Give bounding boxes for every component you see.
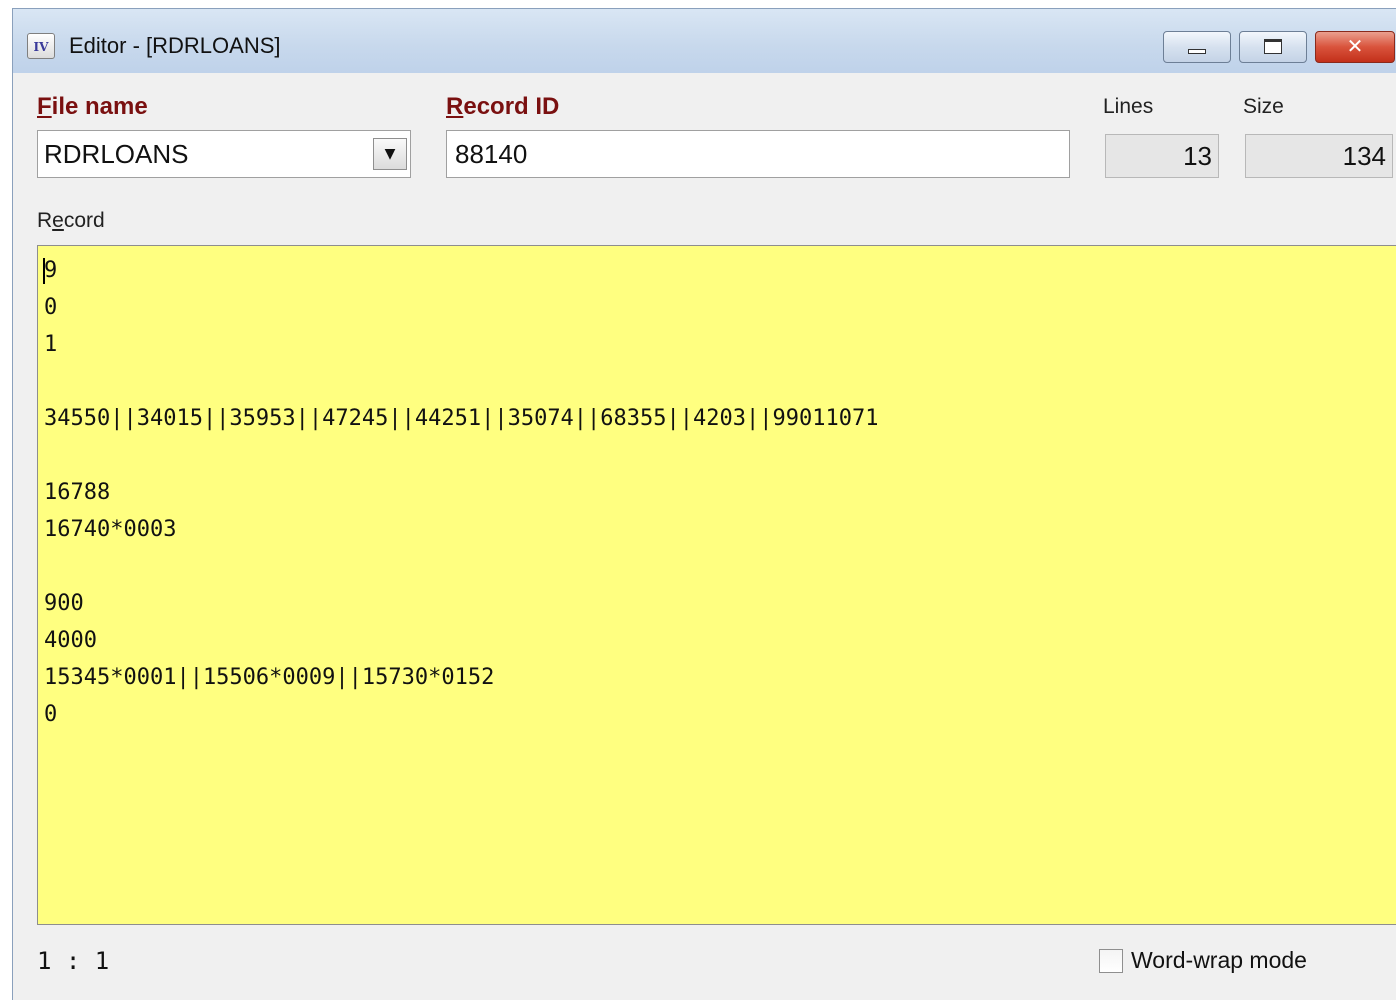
record-line: 900 <box>44 591 84 616</box>
record-line: 1 <box>44 332 58 357</box>
record-label-pre: R <box>37 209 53 232</box>
app-icon[interactable]: IV <box>27 33 55 59</box>
maximize-icon <box>1264 39 1282 54</box>
record-id-label: Record ID <box>446 93 559 121</box>
record-label-accel: e <box>52 209 64 232</box>
file-name-accel: F <box>37 93 52 120</box>
editor-window: IV Editor - [RDRLOANS] ✕ File name RDRLO… <box>12 8 1396 1000</box>
size-value: 134 <box>1245 134 1393 178</box>
record-line: 4000 <box>44 628 97 653</box>
close-icon: ✕ <box>1346 34 1364 58</box>
record-id-input[interactable]: 88140 <box>446 130 1070 178</box>
record-editor[interactable]: 9 0 1 34550||34015||35953||47245||44251|… <box>37 245 1396 925</box>
file-name-label-rest: ile name <box>51 93 148 120</box>
window-title: Editor - [RDRLOANS] <box>69 33 281 58</box>
record-line: 0 <box>44 295 58 320</box>
lines-label: Lines <box>1103 95 1154 118</box>
record-lines: 9 0 1 34550||34015||35953||47245||44251|… <box>44 252 878 733</box>
record-id-accel: R <box>446 93 464 120</box>
file-name-dropdown[interactable]: RDRLOANS ▼ <box>37 130 411 178</box>
word-wrap-checkbox[interactable] <box>1099 949 1123 973</box>
word-wrap-label[interactable]: Word-wrap mode <box>1131 947 1307 974</box>
minimize-button[interactable] <box>1163 31 1231 63</box>
minimize-icon <box>1188 49 1206 54</box>
record-line: 0 <box>44 702 58 727</box>
lines-count: 13 <box>1105 134 1219 178</box>
record-line: 16788 <box>44 480 111 505</box>
record-line <box>44 363 878 400</box>
file-name-label: File name <box>37 93 148 121</box>
record-line: 34550||34015||35953||47245||44251||35074… <box>44 406 879 431</box>
record-label-rest: cord <box>63 209 105 232</box>
record-label: Record <box>37 209 105 233</box>
record-line: 9 <box>44 258 58 283</box>
record-line: 15345*0001||15506*0009||15730*0152 <box>44 665 495 690</box>
record-id-value: 88140 <box>455 139 528 169</box>
record-line <box>44 437 878 474</box>
cursor-position: 1 : 1 <box>37 947 110 975</box>
chevron-down-icon[interactable]: ▼ <box>373 138 407 170</box>
maximize-button[interactable] <box>1239 31 1307 63</box>
close-button[interactable]: ✕ <box>1315 31 1395 63</box>
record-line: 16740*0003 <box>44 517 177 542</box>
record-line <box>44 548 878 585</box>
record-id-label-rest: ecord ID <box>463 93 560 120</box>
file-name-value: RDRLOANS <box>44 139 189 169</box>
size-label: Size <box>1243 95 1284 118</box>
title-bar[interactable]: IV Editor - [RDRLOANS] ✕ <box>13 9 1396 73</box>
